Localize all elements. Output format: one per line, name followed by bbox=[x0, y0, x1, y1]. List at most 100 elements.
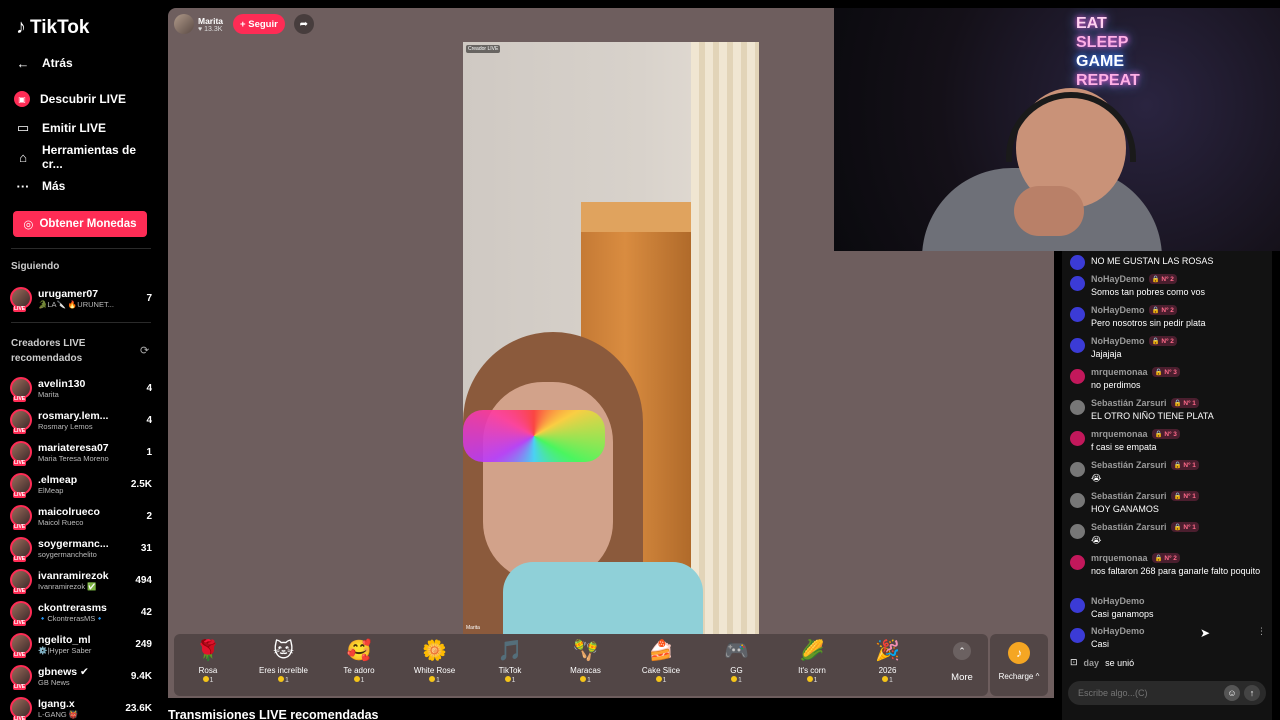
avatar[interactable] bbox=[1070, 493, 1085, 508]
gift-item[interactable]: 🎉 2026 1 bbox=[856, 638, 920, 694]
chat-user[interactable]: NoHayDemo 🔒 Nº 2 bbox=[1091, 305, 1266, 315]
chat-user[interactable]: Sebastián Zarsuri 🔒 Nº 1 bbox=[1091, 398, 1266, 408]
emoji-icon[interactable]: ☺ bbox=[1224, 685, 1240, 701]
chat-username[interactable]: mrquemonaa bbox=[1091, 553, 1148, 563]
avatar[interactable] bbox=[1070, 276, 1085, 291]
chat-user[interactable]: NoHayDemo 🔒 Nº 2 bbox=[1091, 336, 1266, 346]
tiktok-live-page: ♪ TikTok ← Atrás ▣ Descubrir LIVE ▭ Emit… bbox=[0, 0, 1280, 720]
gift-name: Cake Slice bbox=[641, 666, 681, 675]
recommended-creator[interactable]: LIVE gbnews ✔ GB News 9.4K bbox=[10, 662, 152, 690]
chat-user[interactable]: Sebastián Zarsuri 🔒 Nº 1 bbox=[1091, 491, 1266, 501]
chat-input[interactable] bbox=[1078, 686, 1218, 700]
joined-user[interactable]: day bbox=[1084, 658, 1100, 668]
more-vertical-icon[interactable]: ⋮ bbox=[1257, 626, 1266, 637]
recharge-button[interactable]: ♪ Recharge ^ bbox=[990, 634, 1048, 696]
avatar[interactable] bbox=[1070, 400, 1085, 415]
avatar[interactable] bbox=[1070, 307, 1085, 322]
avatar[interactable] bbox=[1070, 555, 1085, 570]
nav-item-discover-live[interactable]: ▣ Descubrir LIVE bbox=[14, 88, 126, 110]
chat-message: Sebastián Zarsuri 🔒 Nº 1 😭 bbox=[1070, 522, 1266, 546]
nav-item-go-live[interactable]: ▭ Emitir LIVE bbox=[14, 117, 106, 139]
gift-item[interactable]: 🍰 Cake Slice 1 bbox=[629, 638, 693, 694]
gift-more-button[interactable]: ⌃ More bbox=[942, 640, 982, 690]
creator-subtitle: ElMeap bbox=[38, 485, 64, 495]
chat-username[interactable]: Sebastián Zarsuri bbox=[1091, 491, 1167, 501]
live-video[interactable]: Creador LIVE Marita bbox=[463, 42, 759, 634]
nav-item-more[interactable]: ··· Más bbox=[14, 175, 66, 197]
share-icon[interactable]: ➦ bbox=[293, 14, 314, 34]
recommended-creator[interactable]: LIVE avelin130 Marita 4 bbox=[10, 374, 152, 402]
gift-item[interactable]: 🥰 Te adoro 1 bbox=[327, 638, 391, 694]
video-camera-icon: ▭ bbox=[16, 120, 30, 135]
tiktok-logo[interactable]: ♪ TikTok bbox=[16, 16, 89, 39]
chat-username[interactable]: NoHayDemo bbox=[1091, 336, 1145, 346]
send-icon[interactable]: ↑ bbox=[1244, 685, 1260, 701]
recommended-creator[interactable]: LIVE .elmeap ElMeap 2.5K bbox=[10, 470, 152, 498]
chat-username[interactable]: Sebastián Zarsuri bbox=[1091, 522, 1167, 532]
gift-icon: 🌼 bbox=[422, 640, 447, 662]
nav-item-creator-tools[interactable]: ⌂ Herramientas de cr... bbox=[14, 143, 160, 171]
following-item[interactable]: LIVE urugamer07 🐊LA🔪 🔥URUNET... 7 bbox=[10, 284, 152, 312]
chat-user[interactable]: NoHayDemo bbox=[1091, 626, 1266, 636]
chat-username[interactable]: NoHayDemo bbox=[1091, 305, 1145, 315]
recommended-creator[interactable]: LIVE soygermanc... soygermanchelito 31 bbox=[10, 534, 152, 562]
chat-username[interactable]: mrquemonaa bbox=[1091, 367, 1148, 377]
chat-user[interactable]: Sebastián Zarsuri 🔒 Nº 1 bbox=[1091, 460, 1266, 470]
chat-user[interactable]: mrquemonaa 🔒 Nº 3 bbox=[1091, 429, 1266, 439]
gift-item[interactable]: 🌽 It's corn 1 bbox=[780, 638, 844, 694]
host-name[interactable]: Marita bbox=[198, 16, 223, 26]
recommended-creator[interactable]: LIVE lgang.x L-GANG 👹 23.6K bbox=[10, 694, 152, 720]
avatar[interactable] bbox=[1070, 338, 1085, 353]
creator-name: soygermanc... bbox=[38, 537, 109, 550]
chat-message: Sebastián Zarsuri 🔒 Nº 1 😭 bbox=[1070, 460, 1266, 484]
chat-username[interactable]: NoHayDemo bbox=[1091, 274, 1145, 284]
fan-level-badge: 🔒 Nº 1 bbox=[1170, 398, 1199, 408]
recommended-creator[interactable]: LIVE ivanramirezok Ivanramirezok ✅ 494 bbox=[10, 566, 152, 594]
chat-username[interactable]: mrquemonaa bbox=[1091, 429, 1148, 439]
gift-item[interactable]: 🎮 GG 1 bbox=[705, 638, 769, 694]
recommended-creator[interactable]: LIVE maicolrueco Maicol Rueco 2 bbox=[10, 502, 152, 530]
arrow-left-icon: ← bbox=[16, 55, 30, 71]
avatar[interactable] bbox=[1070, 524, 1085, 539]
gift-item[interactable]: 🌼 White Rose 1 bbox=[403, 638, 467, 694]
gift-item[interactable]: 🐱 Eres increíble 1 bbox=[252, 638, 316, 694]
refresh-icon[interactable]: ⟳ bbox=[140, 344, 149, 357]
recommended-creator[interactable]: LIVE ngelito_ml ⚙️|Hyper Saber 249 bbox=[10, 630, 152, 658]
fan-level-badge: 🔒 Nº 2 bbox=[1148, 274, 1177, 284]
chat-user[interactable]: mrquemonaa 🔒 Nº 3 bbox=[1091, 367, 1266, 377]
join-notice: ⊡ day se unió bbox=[1070, 657, 1134, 668]
gift-price: 1 bbox=[327, 676, 391, 684]
host-avatar[interactable] bbox=[174, 14, 194, 34]
avatar[interactable] bbox=[1070, 255, 1085, 270]
gift-price-value: 1 bbox=[511, 677, 516, 684]
get-coins-button[interactable]: ◎ Obtener Monedas bbox=[13, 211, 147, 237]
avatar[interactable] bbox=[1070, 628, 1085, 643]
gift-item[interactable]: 🌹 Rosa 1 bbox=[176, 638, 240, 694]
gift-item[interactable]: 🎵 TikTok 1 bbox=[478, 638, 542, 694]
avatar[interactable] bbox=[1070, 462, 1085, 477]
chat-username[interactable]: Sebastián Zarsuri bbox=[1091, 460, 1167, 470]
avatar[interactable] bbox=[1070, 598, 1085, 613]
creator-name: ivanramirezok bbox=[38, 569, 109, 582]
avatar[interactable] bbox=[1070, 431, 1085, 446]
follow-button[interactable]: + Seguir bbox=[233, 14, 285, 34]
video-curtain bbox=[691, 42, 759, 634]
back-link[interactable]: ← Atrás bbox=[14, 52, 73, 74]
avatar: LIVE bbox=[10, 633, 32, 658]
nav-label: Descubrir LIVE bbox=[40, 92, 127, 106]
chat-username[interactable]: Sebastián Zarsuri bbox=[1091, 398, 1167, 408]
chat-username[interactable]: NoHayDemo bbox=[1091, 596, 1145, 606]
chat-input-box[interactable]: ☺ ↑ bbox=[1068, 681, 1266, 705]
chat-user[interactable]: mrquemonaa 🔒 Nº 2 bbox=[1091, 553, 1266, 563]
chat-username[interactable]: NoHayDemo bbox=[1091, 626, 1145, 636]
avatar[interactable] bbox=[1070, 369, 1085, 384]
chat-user[interactable]: NoHayDemo bbox=[1091, 596, 1266, 606]
chat-text: HOY GANAMOS bbox=[1091, 504, 1159, 514]
chat-user[interactable]: Sebastián Zarsuri 🔒 Nº 1 bbox=[1091, 522, 1266, 532]
recommended-creator[interactable]: LIVE ckontrerasms 🔹CkontrerasMS🔹 42 bbox=[10, 598, 152, 626]
gift-item[interactable]: 🪇 Maracas 1 bbox=[554, 638, 618, 694]
recommended-creator[interactable]: LIVE mariateresa07 Maria Teresa Moreno 1 bbox=[10, 438, 152, 466]
fan-level-badge: 🔒 Nº 1 bbox=[1170, 522, 1199, 532]
recommended-creator[interactable]: LIVE rosmary.lem... Rosmary Lemos 4 bbox=[10, 406, 152, 434]
chat-user[interactable]: NoHayDemo 🔒 Nº 2 bbox=[1091, 274, 1266, 284]
